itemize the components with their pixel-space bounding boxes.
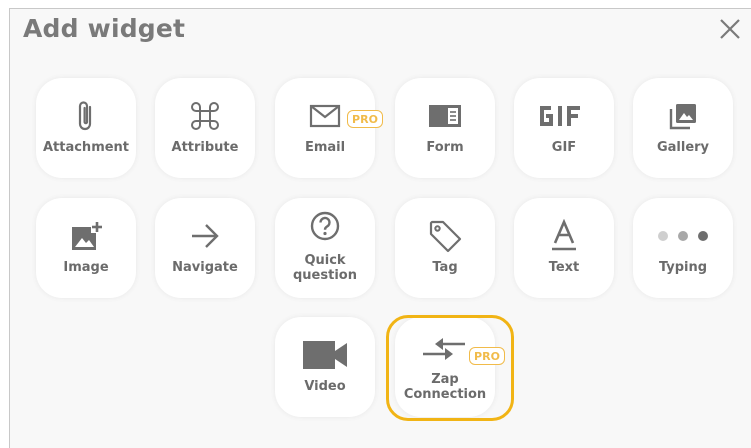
widget-label: Text	[548, 260, 580, 275]
pro-badge: PRO	[469, 347, 505, 365]
widget-attachment[interactable]: Attachment	[36, 78, 136, 178]
close-icon[interactable]	[717, 16, 743, 42]
text-format-icon	[514, 218, 614, 254]
widget-label: Video	[304, 379, 346, 394]
widget-label: Zap Connection	[403, 372, 487, 402]
widget-email[interactable]: PRO Email	[275, 78, 383, 178]
widget-label: Attachment	[42, 140, 130, 155]
pro-badge: PRO	[347, 110, 383, 128]
widget-label: Attribute	[171, 140, 239, 155]
form-icon	[395, 98, 495, 134]
widget-label: Form	[426, 140, 464, 155]
widget-label: Typing	[658, 260, 708, 275]
dialog-title: Add widget	[23, 14, 186, 43]
video-camera-icon	[275, 337, 375, 373]
widget-label: Quick question	[293, 253, 357, 283]
widget-label: Image	[63, 260, 109, 275]
widget-label: GIF	[551, 140, 577, 155]
typing-dots-icon	[633, 218, 733, 254]
widget-label: Tag	[432, 260, 458, 275]
add-image-icon	[36, 218, 136, 254]
question-circle-icon	[275, 208, 375, 244]
widget-typing[interactable]: Typing	[633, 198, 733, 298]
widget-gallery[interactable]: Gallery	[633, 78, 733, 178]
widget-navigate[interactable]: Navigate	[155, 198, 255, 298]
arrow-right-icon	[155, 218, 255, 254]
gallery-icon	[633, 98, 733, 134]
widget-form[interactable]: Form	[395, 78, 495, 178]
command-icon	[155, 98, 255, 134]
tag-icon	[395, 218, 495, 254]
widget-text[interactable]: Text	[514, 198, 614, 298]
widget-label: Navigate	[172, 260, 238, 275]
gif-icon	[514, 98, 614, 134]
widget-video[interactable]: Video	[275, 317, 375, 417]
widget-label: Email	[304, 140, 346, 155]
widget-tag[interactable]: Tag	[395, 198, 495, 298]
paperclip-icon	[36, 98, 136, 134]
widget-attribute[interactable]: Attribute	[155, 78, 255, 178]
widget-gif[interactable]: GIF	[514, 78, 614, 178]
widget-label: Gallery	[656, 140, 710, 155]
widget-quick-question[interactable]: Quick question	[275, 198, 375, 298]
widget-zap-connection[interactable]: PRO Zap Connection	[395, 317, 505, 417]
widget-image[interactable]: Image	[36, 198, 136, 298]
